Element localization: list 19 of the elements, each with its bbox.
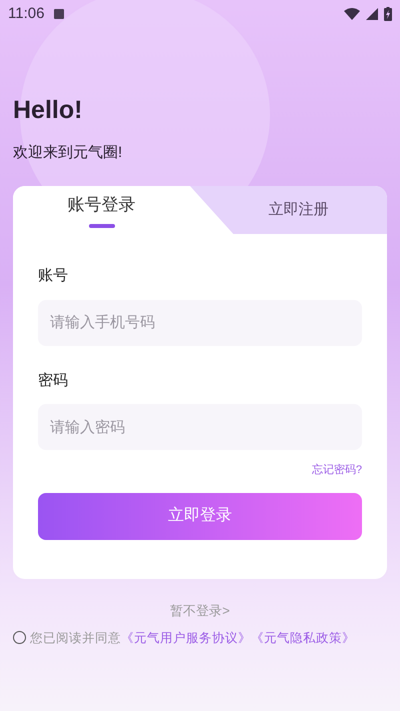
signal-icon [366, 8, 378, 20]
field-label: 密码 [38, 370, 69, 390]
agreement-link[interactable]: 《元气隐私政策》 [251, 628, 355, 648]
forgot-password-link[interactable]: 忘记密码? [312, 462, 362, 478]
battery-icon [384, 7, 392, 21]
tab[interactable]: 立即注册 [190, 186, 387, 234]
login-button[interactable]: 立即登录 [38, 492, 362, 540]
agreement-link[interactable]: 《元气用户服务协议》 [121, 628, 251, 648]
skip-login-link[interactable]: 暂不登录> [170, 601, 230, 620]
tab-indicator [88, 224, 114, 228]
status-time: 11:06 [8, 4, 44, 24]
input-field[interactable]: 请输入手机号码 [38, 300, 362, 346]
greeting-title: Hello! [13, 95, 84, 126]
input-field[interactable]: 请输入密码 [38, 404, 362, 450]
agreement-checkbox[interactable] [13, 631, 26, 644]
field-label: 账号 [38, 266, 69, 286]
greeting-subtitle: 欢迎来到元气圈! [13, 142, 124, 162]
agreement-text: 您已阅读并同意 [30, 630, 121, 646]
wifi-icon [344, 8, 360, 20]
